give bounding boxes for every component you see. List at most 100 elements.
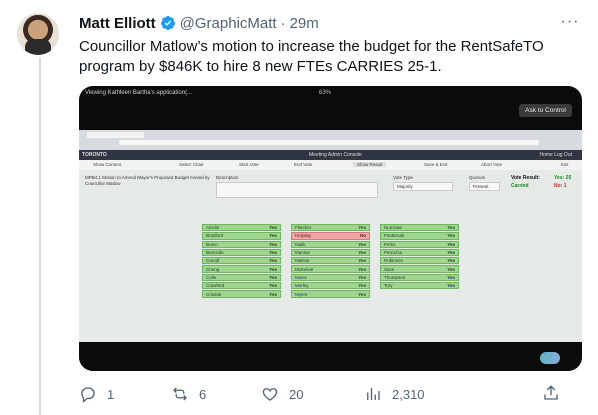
like-count: 20 — [289, 386, 304, 402]
vote-value: Yes — [269, 241, 277, 247]
councillor-name: Nunziata — [384, 225, 402, 231]
reply-icon — [81, 387, 95, 403]
vote-value: Yes — [447, 258, 455, 264]
councillor-name: Fletcher — [295, 225, 312, 231]
vote-value: Yes — [447, 250, 455, 256]
share-icon — [544, 385, 558, 400]
tweet-media[interactable]: Viewing Kathleen Bartha's application(..… — [79, 86, 582, 371]
retweet-count: 6 — [199, 386, 207, 402]
councillor-name: Myers — [295, 291, 308, 297]
councillor-name: Matlow — [295, 258, 310, 264]
more-options-icon[interactable]: ··· — [560, 12, 580, 32]
vote-value: Yes — [269, 266, 277, 272]
heart-icon — [262, 388, 278, 401]
timestamp[interactable]: 29m — [290, 15, 319, 32]
vote-row: Pasternak Yes — [380, 232, 459, 240]
vote-row: Robinson Yes — [380, 257, 459, 265]
tweet-header: Matt Elliott @GraphicMatt · 29m — [79, 12, 319, 34]
retweet-button[interactable]: 6 — [171, 384, 206, 404]
app-logo: TORONTO — [82, 152, 107, 158]
view-count: 2,310 — [392, 386, 425, 402]
councillor-name: McKelvie — [295, 266, 314, 272]
councillor-name: Robinson — [384, 258, 404, 264]
councillor-name: Moise — [295, 274, 308, 280]
author-handle[interactable]: @GraphicMatt — [180, 15, 277, 32]
vote-value: Yes — [358, 291, 366, 297]
motion-text: MPB4.1 Motion to Amend Mayor's Proposed … — [85, 175, 210, 186]
toolbar-end-vote[interactable]: End Vote — [294, 162, 312, 167]
toolbar-show-content[interactable]: Show Content — [93, 162, 121, 167]
app-toolbar: Show Content Select Chair Start Vote End… — [79, 160, 582, 170]
yes-tally: Yes: 25 — [554, 175, 572, 181]
toolbar-select-chair[interactable]: Select Chair — [179, 162, 204, 167]
vote-value: Yes — [447, 241, 455, 247]
avatar[interactable] — [17, 13, 59, 55]
vote-value: Yes — [269, 233, 277, 239]
councillor-name: Malik — [295, 241, 306, 247]
vote-value: Yes — [358, 258, 366, 264]
ask-to-control-button[interactable]: Ask to Control — [519, 104, 572, 117]
vote-row: Moise Yes — [291, 273, 370, 282]
vote-row: Holyday No — [291, 232, 370, 240]
quorum-select[interactable]: Present — [469, 182, 500, 191]
vote-row: Myers Yes — [291, 290, 370, 298]
retweet-icon — [173, 387, 187, 401]
councillor-name: Morley — [295, 283, 309, 289]
vote-row: Morley Yes — [291, 282, 370, 290]
vote-row: Malik Yes — [291, 240, 370, 248]
vote-row: Crawford Yes — [202, 282, 281, 290]
share-button[interactable] — [542, 384, 560, 407]
like-button[interactable]: 20 — [261, 384, 303, 404]
vote-row: McKelvie Yes — [291, 265, 370, 273]
councillor-name: Burnside — [206, 250, 224, 256]
vote-row: Perks Yes — [380, 240, 459, 248]
vote-value: Yes — [269, 274, 277, 280]
description-field[interactable] — [216, 182, 378, 198]
analytics-icon — [367, 388, 380, 400]
vote-row: Bravo Yes — [202, 240, 281, 248]
vote-value: Yes — [358, 274, 366, 280]
tweet-text: Councillor Matlow’s motion to increase t… — [79, 38, 544, 75]
description-label: Description — [216, 175, 239, 180]
vote-row: Tory Yes — [380, 282, 459, 290]
vote-column: Ainslie Yes Bradford Yes Bravo Yes Burnside Yes… — [202, 224, 281, 298]
thread-line — [39, 58, 41, 415]
vote-row: Fletcher Yes — [291, 224, 370, 232]
councillor-name: Bravo — [206, 241, 218, 247]
vote-row: Crisanti Yes — [202, 290, 281, 298]
vote-value: Yes — [269, 225, 277, 231]
vote-type-select[interactable]: Majority — [393, 182, 453, 191]
toolbar-save-exit[interactable]: Save & Exit — [424, 162, 447, 167]
no-tally: No: 1 — [554, 183, 567, 189]
app-nav: Home Log Out — [539, 152, 572, 158]
vote-row: Carroll Yes — [202, 257, 281, 265]
councillor-name: Mantas — [295, 250, 310, 256]
quorum-label: Quorum — [469, 175, 486, 180]
toolbar-abort-vote[interactable]: Abort Vote — [481, 162, 502, 167]
vote-value: Yes — [358, 241, 366, 247]
author-name[interactable]: Matt Elliott — [79, 15, 156, 32]
vote-result-value: Carried — [511, 183, 529, 189]
vote-value: Yes — [447, 274, 455, 280]
councillor-name: Holyday — [295, 233, 312, 239]
toolbar-start-vote[interactable]: Start Vote — [239, 162, 259, 167]
zoom-level: 63% — [319, 90, 332, 96]
councillor-name: Thompson — [384, 274, 406, 280]
vote-value: Yes — [358, 250, 366, 256]
councillor-name: Tory — [384, 283, 393, 289]
toolbar-show-result[interactable]: Show Result — [353, 162, 387, 167]
vote-value: Yes — [447, 266, 455, 272]
vote-row: Cheng Yes — [202, 265, 281, 273]
media-dock — [79, 342, 582, 371]
reply-count: 1 — [107, 386, 115, 402]
app-dock-icon — [540, 352, 560, 364]
toolbar-exit[interactable]: Exit — [561, 162, 569, 167]
views-button[interactable]: 2,310 — [364, 384, 425, 404]
vote-result-label: Vote Result: — [511, 175, 540, 181]
reply-button[interactable]: 1 — [79, 384, 114, 404]
vote-value: Yes — [358, 266, 366, 272]
vote-row: Ainslie Yes — [202, 224, 281, 232]
browser-tab — [87, 132, 144, 138]
vote-row: Bradford Yes — [202, 232, 281, 240]
vote-value: Yes — [447, 233, 455, 239]
